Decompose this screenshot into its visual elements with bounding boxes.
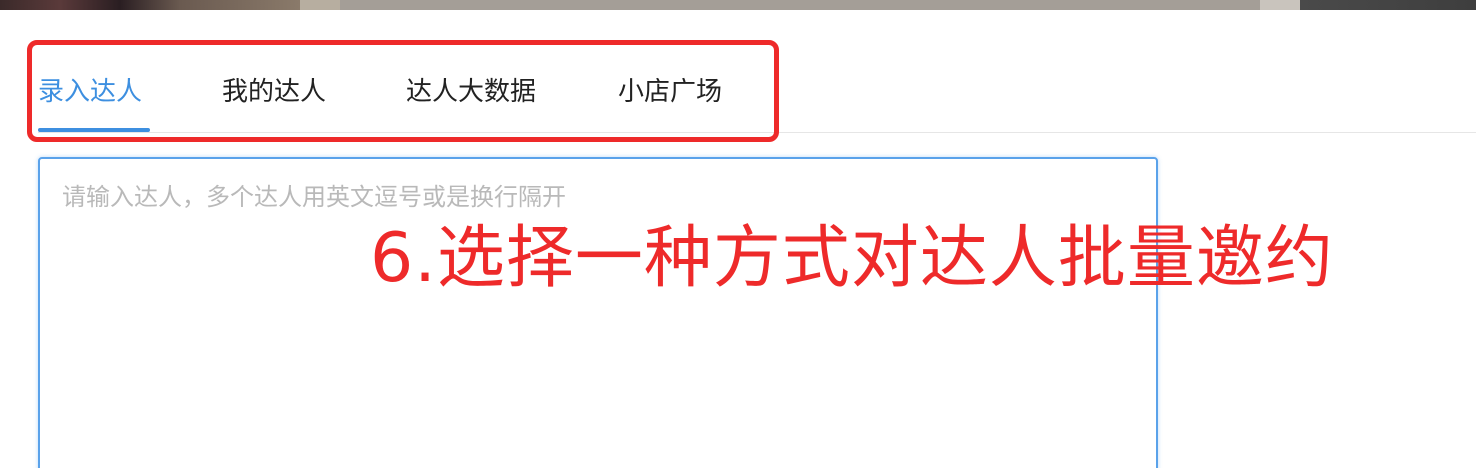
tab-my-influencers[interactable]: 我的达人: [222, 56, 334, 132]
influencer-input-container: [38, 157, 1158, 468]
tab-enter-influencer[interactable]: 录入达人: [38, 56, 150, 132]
tab-influencer-big-data[interactable]: 达人大数据: [406, 56, 546, 132]
influencer-input[interactable]: [40, 159, 1156, 468]
page: 录入达人 我的达人 达人大数据 小店广场 6.选择一种方式对达人批量邀约: [0, 0, 1476, 468]
top-photo-strip: [0, 0, 1476, 10]
tab-bar: 录入达人 我的达人 达人大数据 小店广场: [38, 56, 730, 134]
tab-shop-square[interactable]: 小店广场: [618, 56, 730, 132]
annotation-text: 6.选择一种方式对达人批量邀约: [370, 219, 1334, 298]
tab-divider: [38, 132, 1476, 133]
